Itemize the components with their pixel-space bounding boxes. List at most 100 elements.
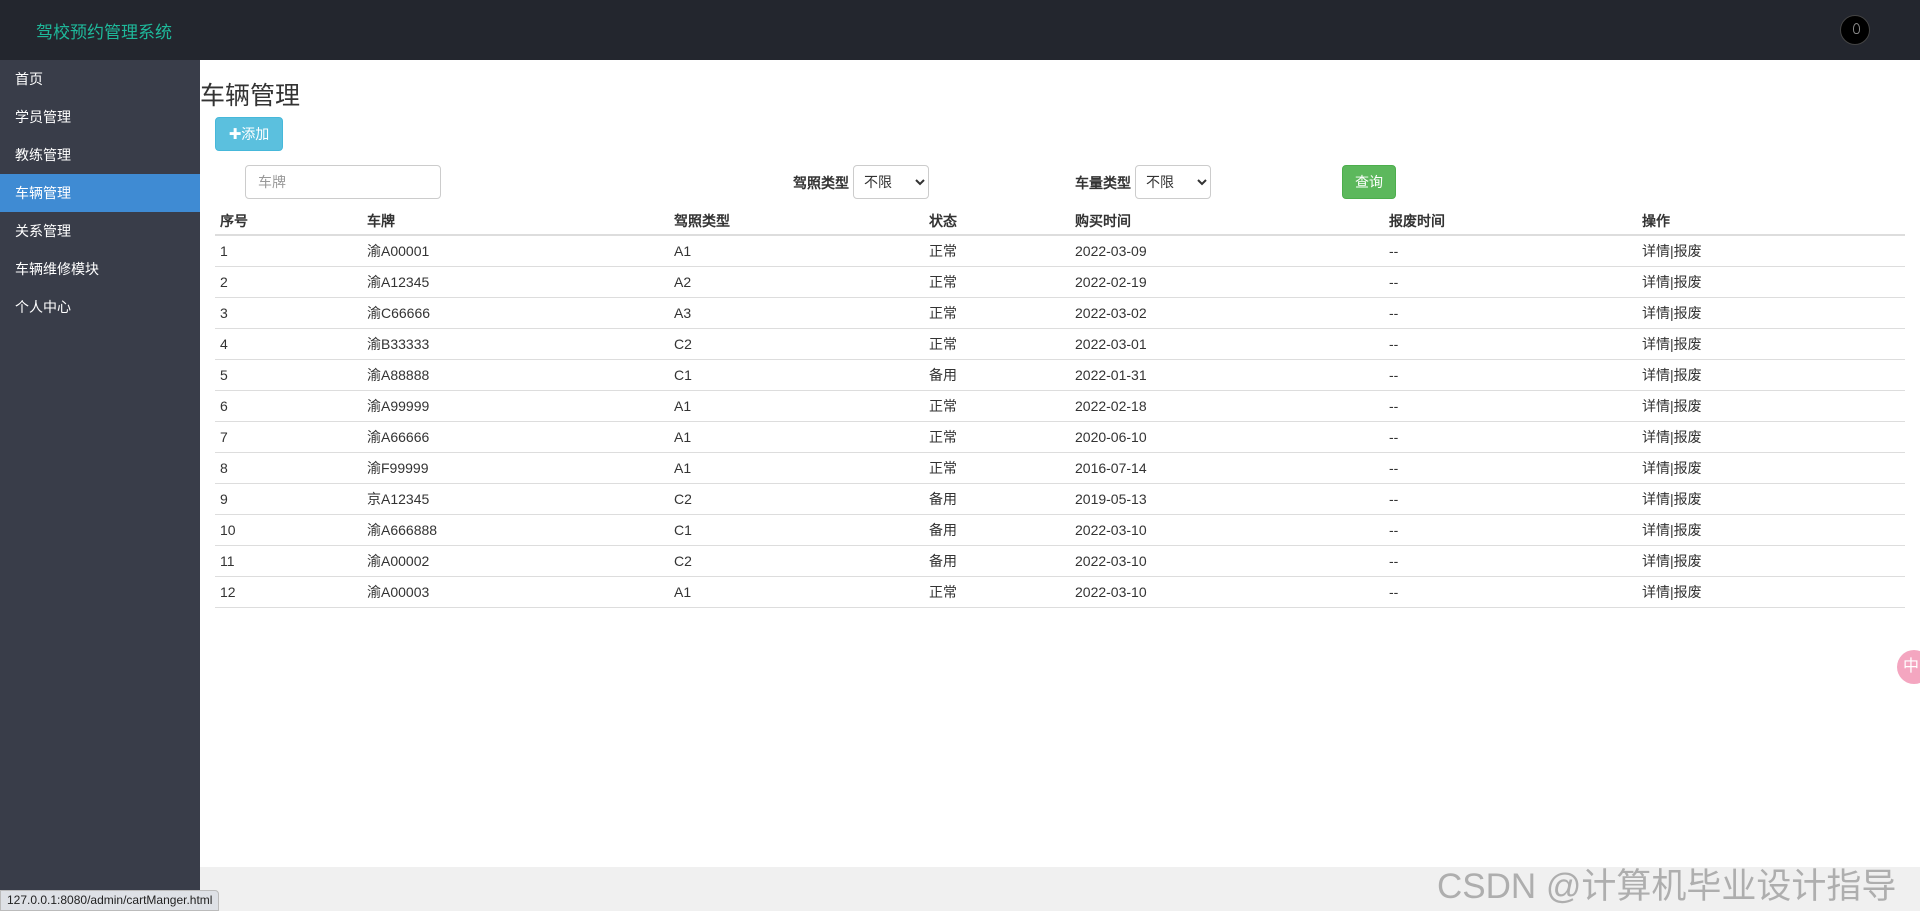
detail-link[interactable]: 详情 bbox=[1642, 584, 1670, 600]
sidebar-item-coaches[interactable]: 教练管理 bbox=[0, 136, 200, 174]
table-row: 2 渝A12345 A2 正常 2022-02-19 -- 详情|报废 bbox=[215, 266, 1905, 298]
scrap-link[interactable]: 报废 bbox=[1674, 460, 1702, 476]
table-row: 6 渝A99999 A1 正常 2022-02-18 -- 详情|报废 bbox=[215, 390, 1905, 422]
cell-plate: 渝A666888 bbox=[362, 514, 669, 546]
scrap-link[interactable]: 报废 bbox=[1674, 336, 1702, 352]
scrap-link[interactable]: 报废 bbox=[1674, 274, 1702, 290]
header-status: 状态 bbox=[924, 208, 1070, 236]
cell-scrap-date: -- bbox=[1384, 328, 1637, 360]
table-row: 9 京A12345 C2 备用 2019-05-13 -- 详情|报废 bbox=[215, 483, 1905, 515]
cell-status: 备用 bbox=[924, 483, 1070, 515]
detail-link[interactable]: 详情 bbox=[1642, 305, 1670, 321]
detail-link[interactable]: 详情 bbox=[1642, 491, 1670, 507]
cell-index: 11 bbox=[215, 545, 362, 577]
table-header-row: 序号 车牌 驾照类型 状态 购买时间 报废时间 操作 bbox=[215, 208, 1905, 236]
sidebar-item-students[interactable]: 学员管理 bbox=[0, 98, 200, 136]
cell-actions: 详情|报废 bbox=[1637, 483, 1905, 515]
sidebar-item-vehicle-repair[interactable]: 车辆维修模块 bbox=[0, 250, 200, 288]
detail-link[interactable]: 详情 bbox=[1642, 460, 1670, 476]
scrap-link[interactable]: 报废 bbox=[1674, 522, 1702, 538]
header-scrap-date: 报废时间 bbox=[1384, 208, 1637, 236]
license-type-select[interactable]: 不限 bbox=[853, 165, 929, 199]
table-row: 1 渝A00001 A1 正常 2022-03-09 -- 详情|报废 bbox=[215, 235, 1905, 267]
user-avatar-icon[interactable] bbox=[1840, 15, 1870, 45]
header-actions: 操作 bbox=[1637, 208, 1905, 236]
cell-plate: 京A12345 bbox=[362, 483, 669, 515]
cell-purchase-date: 2022-02-19 bbox=[1070, 266, 1384, 298]
cell-license-type: C1 bbox=[669, 514, 924, 546]
cell-actions: 详情|报废 bbox=[1637, 421, 1905, 453]
cell-scrap-date: -- bbox=[1384, 421, 1637, 453]
scrap-link[interactable]: 报废 bbox=[1674, 553, 1702, 569]
cell-purchase-date: 2019-05-13 bbox=[1070, 483, 1384, 515]
table-row: 10 渝A666888 C1 备用 2022-03-10 -- 详情|报废 bbox=[215, 514, 1905, 546]
detail-link[interactable]: 详情 bbox=[1642, 243, 1670, 259]
cell-index: 9 bbox=[215, 483, 362, 515]
detail-link[interactable]: 详情 bbox=[1642, 429, 1670, 445]
cell-plate: 渝C66666 bbox=[362, 297, 669, 329]
cell-status: 备用 bbox=[924, 359, 1070, 391]
cell-actions: 详情|报废 bbox=[1637, 452, 1905, 484]
header-purchase-date: 购买时间 bbox=[1070, 208, 1384, 236]
sidebar-item-relations[interactable]: 关系管理 bbox=[0, 212, 200, 250]
cell-purchase-date: 2022-02-18 bbox=[1070, 390, 1384, 422]
cell-index: 10 bbox=[215, 514, 362, 546]
cell-license-type: C2 bbox=[669, 545, 924, 577]
detail-link[interactable]: 详情 bbox=[1642, 522, 1670, 538]
detail-link[interactable]: 详情 bbox=[1642, 336, 1670, 352]
scrap-link[interactable]: 报废 bbox=[1674, 491, 1702, 507]
detail-link[interactable]: 详情 bbox=[1642, 553, 1670, 569]
add-button-label: 添加 bbox=[241, 126, 270, 142]
cell-actions: 详情|报废 bbox=[1637, 266, 1905, 298]
cell-status: 备用 bbox=[924, 545, 1070, 577]
cell-status: 正常 bbox=[924, 328, 1070, 360]
scrap-link[interactable]: 报废 bbox=[1674, 367, 1702, 383]
cell-status: 正常 bbox=[924, 421, 1070, 453]
sidebar-item-vehicles[interactable]: 车辆管理 bbox=[0, 174, 200, 212]
cell-license-type: A1 bbox=[669, 235, 924, 267]
scrap-link[interactable]: 报废 bbox=[1674, 429, 1702, 445]
detail-link[interactable]: 详情 bbox=[1642, 398, 1670, 414]
search-button[interactable]: 查询 bbox=[1342, 165, 1396, 199]
cell-license-type: A2 bbox=[669, 266, 924, 298]
cell-scrap-date: -- bbox=[1384, 483, 1637, 515]
cell-actions: 详情|报废 bbox=[1637, 545, 1905, 577]
watermark: CSDN @计算机毕业设计指导 bbox=[1437, 867, 1897, 906]
vehicle-type-select[interactable]: 不限 bbox=[1135, 165, 1211, 199]
add-button[interactable]: ✚添加 bbox=[215, 117, 283, 151]
cell-status: 正常 bbox=[924, 266, 1070, 298]
scrap-link[interactable]: 报废 bbox=[1674, 305, 1702, 321]
cell-plate: 渝B33333 bbox=[362, 328, 669, 360]
cell-actions: 详情|报废 bbox=[1637, 514, 1905, 546]
license-type-label: 驾照类型 bbox=[793, 175, 849, 191]
detail-link[interactable]: 详情 bbox=[1642, 274, 1670, 290]
cell-actions: 详情|报废 bbox=[1637, 359, 1905, 391]
cell-plate: 渝A99999 bbox=[362, 390, 669, 422]
sidebar-item-profile[interactable]: 个人中心 bbox=[0, 288, 200, 326]
cell-actions: 详情|报废 bbox=[1637, 297, 1905, 329]
app-brand[interactable]: 驾校预约管理系统 bbox=[36, 18, 172, 43]
cell-purchase-date: 2022-01-31 bbox=[1070, 359, 1384, 391]
plate-search-input[interactable] bbox=[245, 165, 441, 199]
scrap-link[interactable]: 报废 bbox=[1674, 243, 1702, 259]
cell-plate: 渝F99999 bbox=[362, 452, 669, 484]
cell-scrap-date: -- bbox=[1384, 545, 1637, 577]
cell-status: 正常 bbox=[924, 297, 1070, 329]
cell-index: 3 bbox=[215, 297, 362, 329]
cell-scrap-date: -- bbox=[1384, 452, 1637, 484]
vehicle-table: 序号 车牌 驾照类型 状态 购买时间 报废时间 操作 1 渝A00001 A1 正常 2… bbox=[215, 208, 1905, 608]
cell-license-type: C1 bbox=[669, 359, 924, 391]
cell-license-type: A1 bbox=[669, 452, 924, 484]
cell-plate: 渝A66666 bbox=[362, 421, 669, 453]
cell-index: 7 bbox=[215, 421, 362, 453]
cell-purchase-date: 2020-06-10 bbox=[1070, 421, 1384, 453]
cell-license-type: C2 bbox=[669, 483, 924, 515]
detail-link[interactable]: 详情 bbox=[1642, 367, 1670, 383]
cell-index: 6 bbox=[215, 390, 362, 422]
sidebar-item-home[interactable]: 首页 bbox=[0, 60, 200, 98]
cell-index: 4 bbox=[215, 328, 362, 360]
scrap-link[interactable]: 报废 bbox=[1674, 584, 1702, 600]
cell-purchase-date: 2016-07-14 bbox=[1070, 452, 1384, 484]
scrap-link[interactable]: 报废 bbox=[1674, 398, 1702, 414]
cell-status: 正常 bbox=[924, 235, 1070, 267]
